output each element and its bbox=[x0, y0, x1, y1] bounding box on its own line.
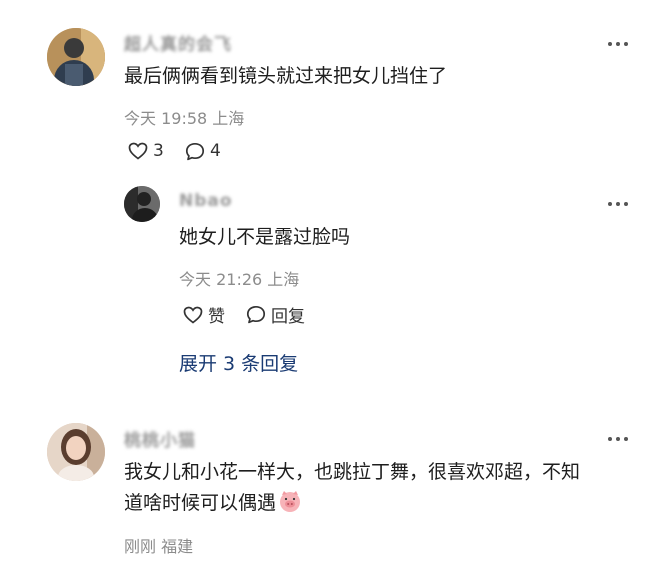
more-dots-icon[interactable] bbox=[608, 39, 632, 49]
like-button[interactable]: 赞 bbox=[183, 302, 225, 327]
reply-text: 她女儿不是露过脸吗 bbox=[179, 226, 351, 248]
avatar[interactable] bbox=[47, 28, 105, 86]
like-count: 3 bbox=[153, 141, 164, 161]
pig-face-emoji-icon bbox=[278, 489, 302, 523]
reply-user-name[interactable]: Nbao bbox=[179, 191, 233, 211]
expand-replies-link[interactable]: 展开 3 条回复 bbox=[179, 349, 298, 376]
avatar[interactable] bbox=[47, 423, 105, 481]
avatar[interactable] bbox=[124, 186, 160, 222]
comment-text-line-2: 道啥时候可以偶遇 bbox=[124, 488, 302, 523]
reply-count: 4 bbox=[210, 141, 221, 161]
reply-button[interactable]: 回复 bbox=[246, 302, 305, 327]
comment-text: 最后俩俩看到镜头就过来把女儿挡住了 bbox=[124, 65, 448, 87]
reply-count-button[interactable]: 4 bbox=[185, 141, 221, 161]
comment-bubble-icon bbox=[185, 142, 205, 160]
comment-time-location: 刚刚 福建 bbox=[124, 537, 194, 556]
more-dots-icon[interactable] bbox=[608, 199, 632, 209]
comment-user-name[interactable]: 超人真的会飞 bbox=[124, 30, 232, 55]
heart-icon bbox=[128, 142, 148, 160]
comment-user-name[interactable]: 桃桃小猫 bbox=[124, 426, 196, 451]
comment-bubble-icon bbox=[246, 305, 266, 324]
comment-time-location: 今天 19:58 上海 bbox=[124, 109, 245, 128]
reply-time-location: 今天 21:26 上海 bbox=[179, 270, 300, 289]
comment-text-line-1: 我女儿和小花一样大，也跳拉丁舞，很喜欢邓超，不知 bbox=[124, 461, 581, 483]
comment-text-line-2-text: 道啥时候可以偶遇 bbox=[124, 492, 277, 514]
more-dots-icon[interactable] bbox=[608, 434, 632, 444]
reply-label: 回复 bbox=[271, 307, 305, 327]
like-button[interactable]: 3 bbox=[128, 141, 164, 161]
heart-icon bbox=[183, 306, 203, 324]
like-label: 赞 bbox=[208, 307, 225, 327]
